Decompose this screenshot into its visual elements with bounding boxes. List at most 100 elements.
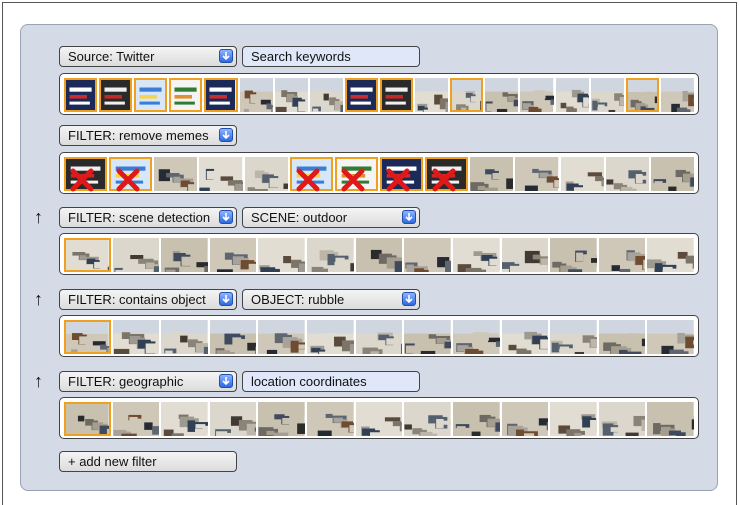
image-thumbnail[interactable] (647, 320, 694, 354)
image-thumbnail[interactable] (209, 320, 257, 354)
image-thumbnail[interactable] (112, 402, 160, 436)
image-thumbnail[interactable] (598, 320, 646, 354)
image-thumbnail[interactable] (404, 320, 451, 354)
filter-contains-object-dropdown[interactable]: FILTER: contains object (59, 289, 237, 310)
image-thumbnail[interactable] (598, 402, 646, 436)
image-thumbnail[interactable] (485, 78, 519, 112)
reorder-up-icon[interactable]: ↑ (34, 372, 43, 390)
image-thumbnail[interactable] (239, 78, 273, 112)
image-thumbnail[interactable] (64, 238, 111, 272)
image-thumbnail[interactable] (209, 402, 257, 436)
image-thumbnail[interactable] (209, 238, 257, 272)
location-coordinates-input[interactable]: location coordinates (242, 371, 420, 392)
image-thumbnail[interactable] (550, 402, 597, 436)
image-thumbnail[interactable] (64, 78, 98, 112)
image-thumbnail[interactable] (161, 320, 208, 354)
dropdown-arrow-icon[interactable] (402, 292, 416, 306)
dropdown-arrow-icon[interactable] (219, 292, 233, 306)
image-thumbnail[interactable] (64, 402, 111, 436)
image-thumbnail[interactable] (204, 78, 238, 112)
param-label: OBJECT: rubble (251, 292, 345, 307)
image-thumbnail[interactable] (258, 320, 306, 354)
image-thumbnail[interactable] (625, 78, 659, 112)
image-thumbnail[interactable] (555, 78, 589, 112)
image-thumbnail[interactable] (344, 78, 378, 112)
scene-param-dropdown[interactable]: SCENE: outdoor (242, 207, 420, 228)
reorder-up-icon[interactable]: ↑ (34, 208, 43, 226)
filter-scene-detection-dropdown[interactable]: FILTER: scene detection (59, 207, 237, 228)
image-thumbnail[interactable] (404, 238, 451, 272)
dropdown-arrow-icon[interactable] (219, 49, 233, 63)
image-thumbnail[interactable] (307, 238, 354, 272)
image-thumbnail[interactable] (452, 320, 500, 354)
image-thumbnail[interactable] (470, 157, 514, 191)
filter-label: FILTER: scene detection (68, 210, 211, 225)
image-thumbnail[interactable] (161, 238, 208, 272)
image-thumbnail[interactable] (334, 157, 378, 191)
image-thumbnail[interactable] (307, 402, 354, 436)
dropdown-arrow-icon[interactable] (219, 374, 233, 388)
image-thumbnail[interactable] (425, 157, 469, 191)
strip-object-filter-results (59, 315, 699, 357)
image-thumbnail[interactable] (199, 157, 243, 191)
image-thumbnail[interactable] (450, 78, 484, 112)
strip-scene-filter-results (59, 233, 699, 275)
image-thumbnail[interactable] (515, 157, 559, 191)
image-thumbnail[interactable] (274, 78, 308, 112)
image-thumbnail[interactable] (550, 320, 597, 354)
source-dropdown-label: Source: Twitter (68, 49, 155, 64)
dropdown-arrow-icon[interactable] (219, 210, 233, 224)
object-param-dropdown[interactable]: OBJECT: rubble (242, 289, 420, 310)
image-thumbnail[interactable] (134, 78, 168, 112)
image-thumbnail[interactable] (355, 238, 403, 272)
image-thumbnail[interactable] (169, 78, 203, 112)
image-thumbnail[interactable] (154, 157, 198, 191)
image-thumbnail[interactable] (598, 238, 646, 272)
image-thumbnail[interactable] (560, 157, 604, 191)
image-thumbnail[interactable] (112, 238, 160, 272)
image-thumbnail[interactable] (647, 238, 694, 272)
source-dropdown[interactable]: Source: Twitter (59, 46, 237, 67)
image-thumbnail[interactable] (590, 78, 624, 112)
image-thumbnail[interactable] (99, 78, 133, 112)
filter-remove-memes-dropdown[interactable]: FILTER: remove memes (59, 125, 237, 146)
image-thumbnail[interactable] (380, 78, 414, 112)
image-thumbnail[interactable] (355, 320, 403, 354)
image-thumbnail[interactable] (520, 78, 554, 112)
image-thumbnail[interactable] (258, 402, 306, 436)
image-thumbnail[interactable] (650, 157, 694, 191)
image-thumbnail[interactable] (415, 78, 449, 112)
param-label: SCENE: outdoor (251, 210, 348, 225)
image-thumbnail[interactable] (289, 157, 333, 191)
image-thumbnail[interactable] (550, 238, 597, 272)
image-thumbnail[interactable] (501, 320, 549, 354)
image-thumbnail[interactable] (404, 402, 451, 436)
image-thumbnail[interactable] (501, 238, 549, 272)
dropdown-arrow-icon[interactable] (402, 210, 416, 224)
strip-geo-filter-results (59, 397, 699, 439)
image-thumbnail[interactable] (64, 157, 108, 191)
image-thumbnail[interactable] (109, 157, 153, 191)
image-thumbnail[interactable] (660, 78, 694, 112)
image-thumbnail[interactable] (112, 320, 160, 354)
image-thumbnail[interactable] (307, 320, 354, 354)
image-thumbnail[interactable] (452, 402, 500, 436)
image-thumbnail[interactable] (452, 238, 500, 272)
image-thumbnail[interactable] (355, 402, 403, 436)
reorder-up-icon[interactable]: ↑ (34, 290, 43, 308)
add-filter-button[interactable]: + add new filter (59, 451, 237, 472)
image-thumbnail[interactable] (258, 238, 306, 272)
image-thumbnail[interactable] (161, 402, 208, 436)
image-thumbnail[interactable] (501, 402, 549, 436)
image-thumbnail[interactable] (380, 157, 424, 191)
dropdown-arrow-icon[interactable] (219, 128, 233, 142)
search-keywords-input[interactable]: Search keywords (242, 46, 420, 67)
image-thumbnail[interactable] (309, 78, 343, 112)
image-thumbnail[interactable] (244, 157, 288, 191)
image-thumbnail[interactable] (605, 157, 649, 191)
strip-meme-filter-results (59, 152, 699, 194)
image-thumbnail[interactable] (647, 402, 694, 436)
filter-label: FILTER: contains object (68, 292, 206, 307)
filter-geographic-dropdown[interactable]: FILTER: geographic (59, 371, 237, 392)
image-thumbnail[interactable] (64, 320, 111, 354)
